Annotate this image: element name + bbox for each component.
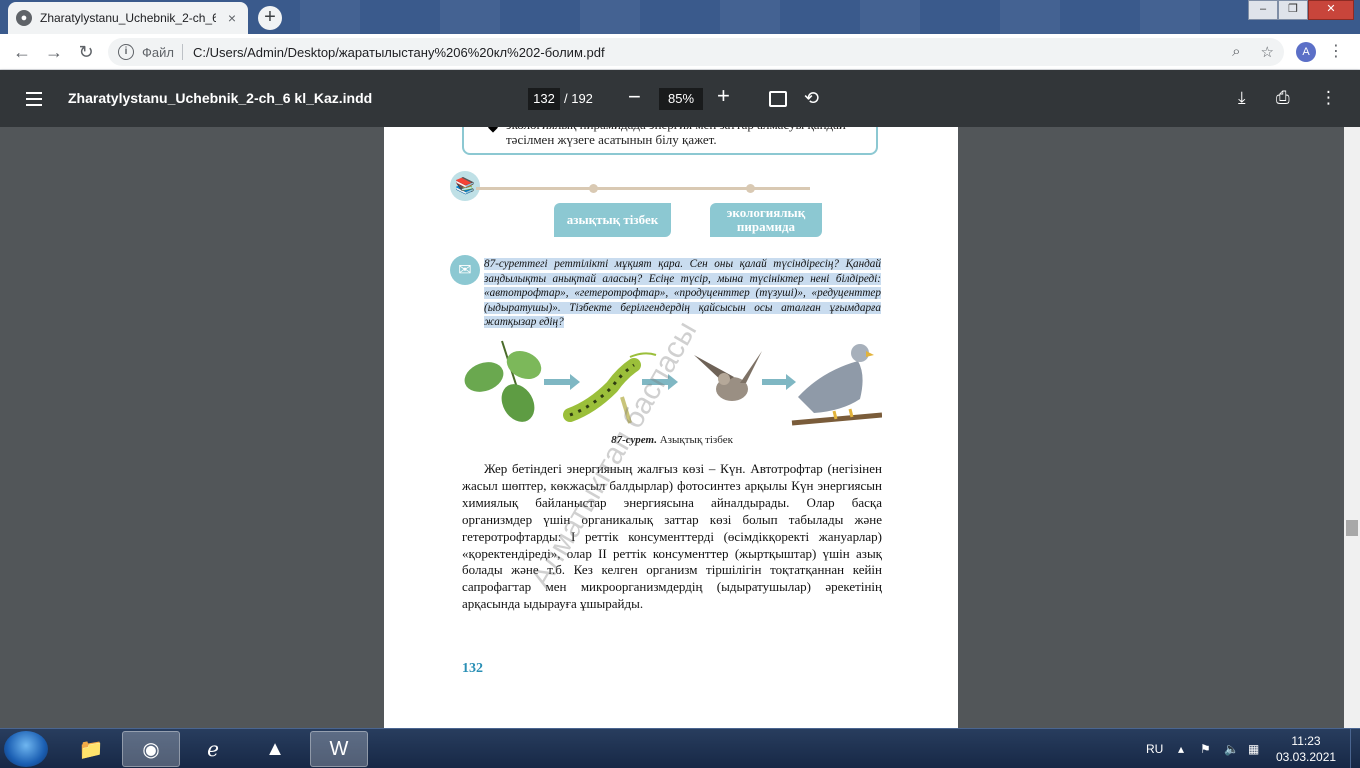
fit-page-icon[interactable] [769, 91, 787, 107]
rotate-icon[interactable]: ⟲ [804, 88, 819, 109]
zoom-in-icon[interactable]: + [717, 83, 730, 109]
address-bar[interactable]: i Файл C:/Users/Admin/Desktop/жаратылыст… [108, 38, 1284, 66]
word-icon[interactable]: W [310, 731, 368, 767]
leaf-icon [464, 340, 542, 422]
window-close-icon[interactable]: ✕ [1308, 0, 1354, 20]
url-scheme: Файл [142, 44, 174, 60]
chain-arrow-icon [544, 374, 580, 390]
page-number-input[interactable]: 132 [528, 88, 560, 110]
scrollbar-thumb[interactable] [1346, 520, 1358, 536]
file-explorer-icon[interactable]: 📁 [62, 731, 120, 767]
books-icon: 📚 [450, 171, 480, 201]
globe-icon: ● [16, 10, 32, 26]
figure-caption: 87-сурет. Азықтық тізбек [462, 434, 882, 446]
back-arrow-icon[interactable]: ← [12, 42, 32, 62]
clock-date: 03.03.2021 [1276, 750, 1337, 764]
window-controls: – ❐ ✕ [1248, 0, 1354, 20]
question-block: 87-суреттегі реттілікті мұқият қара. Сен… [484, 257, 881, 330]
tray-expand-icon[interactable]: ▴ [1178, 729, 1184, 768]
reload-icon[interactable]: ↻ [76, 42, 96, 62]
volume-icon[interactable]: 🔈 [1224, 729, 1239, 768]
language-indicator[interactable]: RU [1146, 729, 1163, 768]
hawk-icon [791, 344, 883, 426]
chrome-icon[interactable]: ◉ [122, 731, 180, 767]
vertical-scrollbar[interactable] [1344, 127, 1360, 728]
goal-box: ◆ экологиялық пирамидада энергия мен зат… [462, 127, 878, 155]
url-divider [181, 44, 183, 60]
show-desktop-button[interactable] [1350, 729, 1360, 768]
pdf-viewer[interactable]: ◆ экологиялық пирамидада энергия мен зат… [0, 127, 1344, 728]
network-icon[interactable]: ▦ [1248, 729, 1259, 768]
chain-arrow-icon [762, 374, 796, 390]
goal-text: экологиялық пирамидада энергия мен затта… [506, 127, 846, 147]
desktop-background [300, 0, 1200, 34]
zoom-input[interactable]: 85% [659, 88, 703, 110]
app-triangle-icon[interactable]: ▲ [246, 731, 304, 767]
pdf-toolbar: Zharatylystanu_Uchebnik_2-ch_6 kl_Kaz.in… [0, 70, 1360, 127]
chrome-menu-icon[interactable]: ⋮ [1328, 42, 1344, 62]
pdf-page: ◆ экологиялық пирамидада энергия мен зат… [384, 127, 958, 728]
internet-explorer-icon[interactable]: ℯ [184, 731, 242, 767]
print-icon[interactable]: ⎙ [1276, 88, 1290, 108]
figure-caption-text: Азықтық тізбек [656, 434, 733, 446]
bookmark-star-icon[interactable]: ☆ [1261, 43, 1274, 61]
page-number: 132 [462, 661, 483, 676]
page-total: / 192 [564, 91, 593, 106]
profile-avatar[interactable]: A [1296, 42, 1316, 62]
windows-start-icon[interactable] [4, 731, 48, 767]
tab-strip: ● Zharatylystanu_Uchebnik_2-ch_6 × + – ❐… [0, 0, 1360, 34]
browser-tab[interactable]: ● Zharatylystanu_Uchebnik_2-ch_6 × [8, 2, 248, 34]
tab-title: Zharatylystanu_Uchebnik_2-ch_6 [40, 11, 216, 25]
url-text[interactable]: C:/Users/Admin/Desktop/жаратылыстану%206… [193, 45, 605, 60]
clock-time: 11:23 [1291, 734, 1321, 748]
more-options-icon[interactable]: ⋮ [1320, 88, 1337, 108]
action-center-icon[interactable]: ⚑ [1200, 729, 1211, 768]
key-term-food-chain: азықтық тізбек [554, 203, 671, 237]
clock[interactable]: 11:23 03.03.2021 [1276, 733, 1336, 765]
key-term-dot [589, 184, 598, 193]
key-term-dot [746, 184, 755, 193]
browser-toolbar: ← → ↻ i Файл C:/Users/Admin/Desktop/жара… [0, 34, 1360, 70]
omnibox-actions: ⌕ ☆ [1232, 43, 1274, 61]
minimize-icon[interactable]: – [1248, 0, 1278, 20]
forward-arrow-icon[interactable]: → [44, 42, 64, 62]
download-icon[interactable]: ⤓ [1238, 88, 1246, 108]
envelope-icon: ✉ [450, 255, 480, 285]
info-icon[interactable]: i [118, 44, 134, 60]
restore-icon[interactable]: ❐ [1278, 0, 1308, 20]
close-tab-icon[interactable]: × [224, 10, 240, 26]
new-tab-button[interactable]: + [258, 6, 282, 30]
hamburger-menu-icon[interactable] [26, 92, 42, 110]
key-term-eco-pyramid: экологиялық пирамида [710, 203, 822, 237]
sparrow-icon [694, 351, 762, 401]
document-title: Zharatylystanu_Uchebnik_2-ch_6 kl_Kaz.in… [68, 90, 373, 106]
taskbar: 📁 ◉ ℯ ▲ W RU ▴ ⚑ 🔈 ▦ 11:23 03.03.2021 [0, 728, 1360, 768]
bullet-icon: ◆ [488, 127, 498, 135]
question-lead: 87-суреттегі [484, 258, 548, 270]
zoom-magnifier-icon[interactable]: ⌕ [1232, 43, 1240, 61]
zoom-out-icon[interactable]: − [628, 84, 641, 110]
key-terms-line [476, 187, 810, 190]
body-paragraph: Жер бетіндегі энергияның жалғыз көзі – К… [462, 461, 882, 612]
